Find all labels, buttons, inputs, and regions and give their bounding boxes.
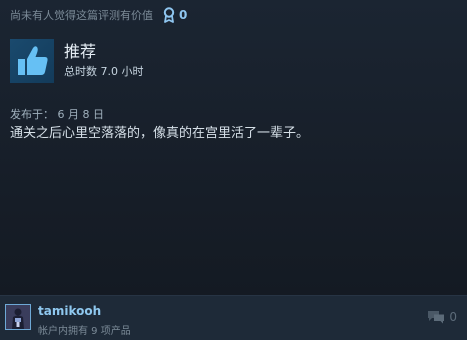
recommendation-header: 推荐 总时数 7.0 小时 xyxy=(10,39,144,83)
review-body: 通关之后心里空落落的，像真的在宫里活了一辈子。 xyxy=(10,126,310,141)
author-name[interactable]: tamikooh xyxy=(38,304,101,318)
award-icon xyxy=(163,7,175,23)
comment-icon xyxy=(427,310,445,324)
helpful-row: 尚未有人觉得这篇评测有价值 0 xyxy=(10,6,187,24)
comments-button[interactable]: 0 xyxy=(427,310,457,324)
posted-date: 发布于： 6 月 8 日 xyxy=(10,108,104,121)
comment-count: 0 xyxy=(449,310,457,324)
playtime-hours: 总时数 7.0 小时 xyxy=(64,65,144,78)
helpful-text: 尚未有人觉得这篇评测有价值 xyxy=(10,9,153,22)
review-card: 尚未有人觉得这篇评测有价值 0 推荐 总时数 7.0 小时 发布于： 6 月 8… xyxy=(0,0,467,340)
avatar[interactable] xyxy=(5,304,31,330)
recommendation-text: 推荐 总时数 7.0 小时 xyxy=(64,42,144,80)
thumbs-up-icon[interactable] xyxy=(10,39,54,83)
author-footer: tamikooh 帐户内拥有 9 项产品 0 xyxy=(0,295,467,340)
owned-products: 帐户内拥有 9 项产品 xyxy=(38,326,131,337)
award-count: 0 xyxy=(179,8,188,22)
recommendation-title[interactable]: 推荐 xyxy=(64,42,144,62)
award-button[interactable]: 0 xyxy=(163,7,187,23)
